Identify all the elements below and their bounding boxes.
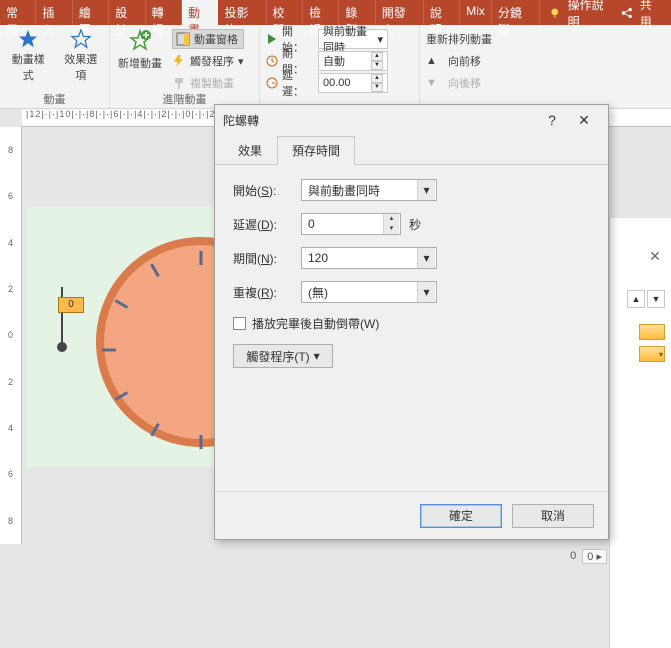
animation-pane-button[interactable]: 動畫窗格 xyxy=(172,29,244,49)
dlg-delay-label: 延遲(D): xyxy=(233,216,293,233)
chevron-down-icon[interactable]: ▾ xyxy=(417,180,435,200)
spin-dialog: 陀螺轉 ? ✕ 效果 預存時間 開始(S): 與前動畫同時▾ 延遲(D): 0▴… xyxy=(214,104,609,540)
lightning-icon xyxy=(172,54,186,68)
tab-storyboard[interactable]: 分鏡腳 xyxy=(492,0,540,25)
pane-icon xyxy=(176,32,190,46)
pane-statusbar: 0 0 ▸ xyxy=(570,546,607,566)
reorder-label: 重新排列動畫 xyxy=(426,29,665,49)
share-icon xyxy=(620,6,634,20)
dlg-duration-label: 期間(N): xyxy=(233,250,293,267)
dlg-delay-input[interactable]: 0▴▾ xyxy=(301,213,401,235)
dialog-tab-effect[interactable]: 效果 xyxy=(223,136,277,165)
animation-tag[interactable]: 0 xyxy=(58,297,84,313)
add-animation-button[interactable]: 新增動畫 xyxy=(116,27,164,73)
pane-up-button[interactable]: ▲ xyxy=(627,290,645,308)
tab-insert[interactable]: 插入 xyxy=(36,0,72,25)
spin-up[interactable]: ▴ xyxy=(383,214,399,224)
dialog-close-button[interactable]: ✕ xyxy=(568,112,600,129)
star-outline-icon xyxy=(71,29,91,49)
spin-down[interactable]: ▼ xyxy=(371,61,383,70)
tab-home[interactable]: 常用 xyxy=(0,0,36,25)
dlg-repeat-combo[interactable]: (無)▾ xyxy=(301,281,437,303)
chevron-down-icon[interactable]: ▾ xyxy=(417,282,435,302)
tab-transitions[interactable]: 轉場 xyxy=(146,0,182,25)
ruler-vertical: 864202468 xyxy=(0,127,22,544)
dlg-duration-combo[interactable]: 120▾ xyxy=(301,247,437,269)
brush-icon xyxy=(172,76,186,90)
lightbulb-icon xyxy=(548,6,562,20)
dialog-help-button[interactable]: ? xyxy=(536,112,568,128)
status-counter[interactable]: 0 ▸ xyxy=(582,549,607,564)
move-earlier-button[interactable]: ▲ 向前移 xyxy=(426,51,665,71)
dlg-cancel-button[interactable]: 取消 xyxy=(512,504,594,528)
dlg-start-label: 開始(S): xyxy=(233,182,293,199)
spin-down[interactable]: ▾ xyxy=(383,224,399,234)
spin-up[interactable]: ▲ xyxy=(371,74,383,83)
animation-pane-strip: ✕ ▲ ▼ xyxy=(609,218,671,648)
star-icon xyxy=(18,29,38,49)
pane-down-button[interactable]: ▼ xyxy=(647,290,665,308)
dlg-rewind-checkbox[interactable]: 播放完畢後自動倒帶(W) xyxy=(233,315,590,332)
slide[interactable]: 0 xyxy=(26,207,236,467)
clock-icon xyxy=(266,55,278,67)
dlg-trigger-button[interactable]: 觸發程序(T) ▾ xyxy=(233,344,333,368)
chevron-down-icon[interactable]: ▾ xyxy=(417,248,435,268)
dlg-delay-unit: 秒 xyxy=(409,216,421,233)
tab-design[interactable]: 設計 xyxy=(109,0,145,25)
ribbon-body: 動畫樣式 效果選項 動畫 新增動畫 動畫窗格 觸發程序▾ xyxy=(0,25,671,109)
animation-styles-button[interactable]: 動畫樣式 xyxy=(6,27,51,85)
delay-label: 延遲： xyxy=(282,67,314,99)
play-icon xyxy=(266,33,278,45)
tab-recording[interactable]: 錄製 xyxy=(339,0,375,25)
dialog-tab-timing[interactable]: 預存時間 xyxy=(277,136,355,165)
delay-input[interactable]: 00.00▲▼ xyxy=(318,73,388,93)
tab-review[interactable]: 校閱 xyxy=(267,0,303,25)
tab-help[interactable]: 說明 xyxy=(424,0,460,25)
trigger-button[interactable]: 觸發程序▾ xyxy=(172,51,244,71)
delay-icon xyxy=(266,77,278,89)
tab-view[interactable]: 檢視 xyxy=(303,0,339,25)
dlg-start-combo[interactable]: 與前動畫同時▾ xyxy=(301,179,437,201)
checkbox-icon xyxy=(233,317,246,330)
spin-up[interactable]: ▲ xyxy=(371,52,383,61)
star-plus-icon xyxy=(128,29,152,53)
dlg-ok-button[interactable]: 確定 xyxy=(420,504,502,528)
effect-options-button[interactable]: 效果選項 xyxy=(59,27,104,85)
spin-down[interactable]: ▼ xyxy=(371,83,383,92)
tab-mix[interactable]: Mix xyxy=(460,0,492,25)
tab-animations[interactable]: 動畫 xyxy=(182,0,218,25)
needle-shape[interactable] xyxy=(61,287,63,347)
group-label-animation: 動畫 xyxy=(0,91,109,107)
duration-input[interactable]: 自動▲▼ xyxy=(318,51,388,71)
dlg-repeat-label: 重複(R): xyxy=(233,284,293,301)
move-later-button: ▼ 向後移 xyxy=(426,73,665,93)
tab-slideshow[interactable]: 投影片 xyxy=(218,0,266,25)
tab-draw[interactable]: 繪圖 xyxy=(73,0,109,25)
animation-painter-button: 複製動畫 xyxy=(172,73,244,93)
tab-developer[interactable]: 開發人 xyxy=(376,0,424,25)
dialog-title: 陀螺轉 xyxy=(223,112,536,129)
anim-list-item[interactable] xyxy=(639,324,665,340)
anim-list-item-selected[interactable] xyxy=(639,346,665,362)
ribbon-tabs: 常用 插入 繪圖 設計 轉場 動畫 投影片 校閱 檢視 錄製 開發人 說明 Mi… xyxy=(0,0,671,25)
start-combo[interactable]: 與前動畫同時▾ xyxy=(318,29,388,49)
pane-close-button[interactable]: ✕ xyxy=(645,248,665,268)
